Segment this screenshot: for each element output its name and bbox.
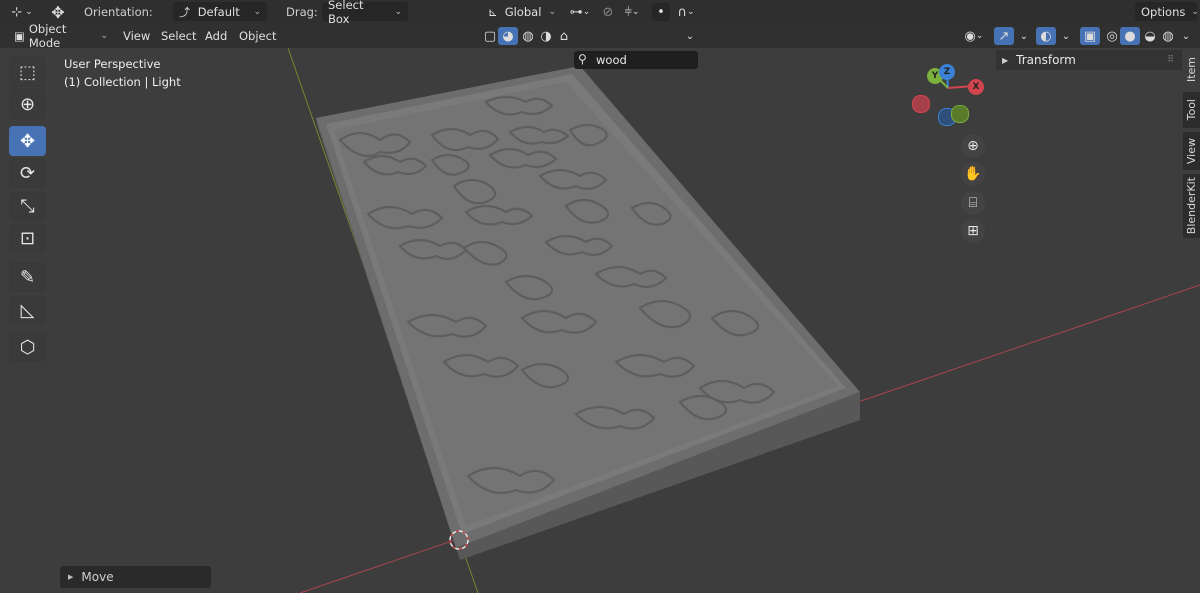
zoom-icon[interactable]: ⊕ [961,134,985,158]
transform-panel-header[interactable]: ▶ Transform ⠿ [996,50,1182,70]
pan-hand-icon[interactable]: ✋ [961,162,985,186]
chevron-down-icon: ⌄ [548,6,556,17]
rotate-tool[interactable]: ⟳ [9,158,46,188]
gizmo-z-label: Z [943,67,951,77]
orientation-value: Default [197,4,240,19]
search-value: wood [596,53,627,67]
solid-icon[interactable]: ▢ [480,27,500,45]
gizmo-z-axis[interactable]: Z [939,64,955,80]
viewport-canvas[interactable] [0,48,1200,593]
gizmo-y-label: Y [931,71,939,81]
drag-label: Drag: [286,5,318,19]
last-operator-panel[interactable]: ▶ Move [60,566,211,588]
rendered-shading-icon[interactable]: ◍ [1158,27,1178,45]
chevron-down-icon: ⌄ [253,6,261,17]
select-box-tool[interactable]: ⬚ [9,57,46,87]
orientation-label: Orientation: [84,5,153,19]
chevron-down-icon: ⌄ [1191,6,1199,17]
transform-space-value: Global [504,4,542,19]
drag-dropdown[interactable]: Select Box ⌄ [322,0,408,26]
world-icon[interactable]: ◍ [518,27,538,45]
transform-panel-title: Transform [1016,53,1076,67]
options-label: Options [1141,4,1186,19]
view-perspective-label: User Perspective [64,57,161,71]
tab-item[interactable]: Item [1183,52,1200,88]
chevron-down-icon[interactable]: ⌄ [1014,27,1034,45]
gizmo-neg-y-axis[interactable] [951,105,969,123]
axis-icon: ⊾ [488,4,498,19]
falloff-icon[interactable]: ∩ ⌄ [672,3,700,21]
camera-icon[interactable]: ⌸ [961,191,985,215]
tab-blenderkit[interactable]: BlenderKit [1183,174,1200,238]
last-operator-label: Move [81,570,114,584]
snap-toggle-icon[interactable]: ⊘ [598,3,618,21]
texture-icon[interactable]: ◑ [536,27,556,45]
annotate-tool[interactable]: ✎ [9,262,46,292]
measure-tool[interactable]: ◺ [9,295,46,325]
mode-value: Object Mode [28,21,67,50]
tab-item-label: Item [1185,57,1198,83]
gizmo-x-axis[interactable]: X [968,79,984,95]
menu-select[interactable]: Select [161,29,196,43]
solid-shading-icon[interactable]: ● [1120,27,1140,45]
editor-type-icon[interactable]: ⊹ ⌄ [6,3,38,21]
chevron-down-icon: ⌄ [394,6,402,17]
chevron-down-icon[interactable]: ⌄ [680,27,700,45]
gizmo-x-label: X [972,82,980,92]
tool-settings-header: ⊹ ⌄ ✥ Orientation: ⤴ Default ⌄ Drag: Sele… [0,0,1200,26]
drag-handle-icon[interactable]: ⠿ [1167,55,1174,65]
search-icon: ⚲ [578,52,587,66]
options-dropdown[interactable]: Options ⌄ [1135,2,1199,21]
material-shading-icon[interactable]: ◒ [1140,27,1160,45]
drag-value: Select Box [328,0,364,26]
move-tool[interactable]: ✥ [9,126,46,156]
tab-view[interactable]: View [1183,132,1200,170]
proportional-edit-icon[interactable]: • [652,3,670,21]
scale-tool[interactable]: ⤡ [9,191,46,221]
chevron-down-icon[interactable]: ⌄ [1056,27,1076,45]
transform-tool[interactable]: ⊡ [9,223,46,253]
material-search[interactable]: ⚲ wood [574,51,698,69]
move-tool-icon: ✥ [51,2,65,22]
disclosure-triangle-icon: ▶ [1002,55,1009,65]
gizmo-toggle-icon[interactable]: ↗ [994,27,1014,45]
snap-target-icon[interactable]: ⫩ ⌄ [618,3,646,21]
wireframe-shading-icon[interactable]: ◎ [1102,27,1122,45]
orientation-icon: ⤴ [179,5,190,19]
transform-orientation-dropdown[interactable]: ⊾ Global ⌄ [482,2,562,21]
perspective-grid-icon[interactable]: ⊞ [961,219,985,243]
menu-view[interactable]: View [123,29,150,43]
tab-tool[interactable]: Tool [1183,92,1200,128]
material-icon[interactable]: ◕ [498,27,518,45]
disclosure-triangle-icon: ▶ [68,573,74,581]
chevron-down-icon[interactable]: ⌄ [1176,27,1196,45]
tab-tool-label: Tool [1185,99,1198,121]
pivot-point-icon[interactable]: ⊶ ⌄ [566,3,594,21]
add-cube-tool[interactable]: ⬡ [9,332,46,362]
menu-object[interactable]: Object [239,29,276,43]
hdri-icon[interactable]: ⌂ [554,27,574,45]
tab-blenderkit-label: BlenderKit [1185,177,1198,235]
orientation-dropdown[interactable]: ⤴ Default ⌄ [173,2,267,21]
visibility-icon[interactable]: ◉ ⌄ [960,27,988,45]
gizmo-neg-x-axis[interactable] [912,95,930,113]
mode-dropdown[interactable]: ▣ Object Mode ⌄ [8,22,114,50]
viewport-header: ▣ Object Mode ⌄ View Select Add Object ▢… [0,22,1200,69]
view-collection-label: (1) Collection | Light [64,75,181,89]
overlays-icon[interactable]: ◐ [1036,27,1056,45]
menu-add[interactable]: Add [205,29,227,43]
chevron-down-icon: ⌄ [100,30,108,41]
tab-view-label: View [1185,137,1198,165]
object-mode-icon: ▣ [14,28,25,43]
xray-icon[interactable]: ▣ [1080,27,1100,45]
navigation-gizmo[interactable]: Y Z X [906,60,986,130]
cursor-tool[interactable]: ⊕ [9,89,46,119]
